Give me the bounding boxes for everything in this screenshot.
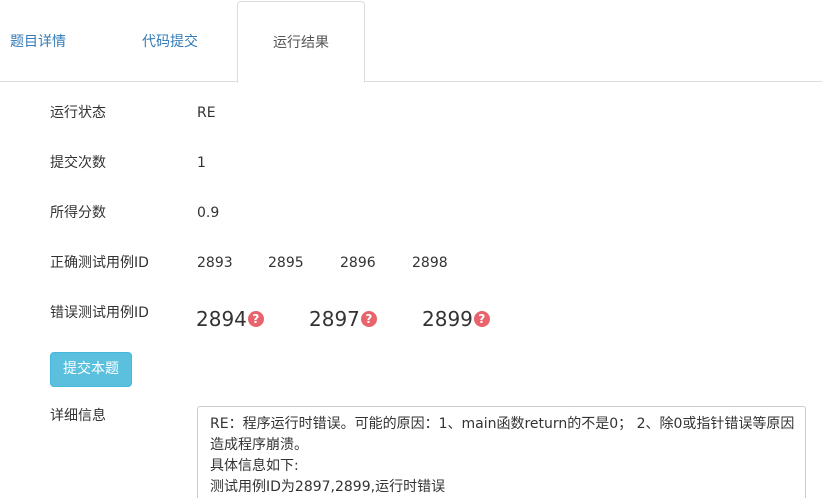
detail-label: 详细信息	[50, 408, 106, 424]
tab-code-submit[interactable]: 代码提交	[110, 0, 230, 82]
detail-line: 测试用例ID为2897,2899,运行时错误	[210, 479, 446, 495]
question-circle-icon[interactable]: ?	[360, 310, 377, 327]
wrong-id: 2899?	[422, 304, 490, 332]
wrong-ids-row: 错误测试用例ID 2894? 2897? 2899?	[0, 301, 822, 333]
tab-run-result[interactable]: 运行结果	[237, 1, 365, 83]
detail-line: 造成程序崩溃。	[210, 437, 308, 453]
score-label: 所得分数	[50, 205, 106, 221]
correct-id: 2896	[340, 255, 376, 271]
wrong-id-number: 2894	[196, 306, 247, 331]
wrong-id: 2897?	[309, 304, 377, 332]
detail-line: RE：程序运行时错误。可能的原因：1、main函数return的不是0； 2、除…	[210, 416, 795, 432]
wrong-ids-label: 错误测试用例ID	[50, 305, 149, 321]
score-value: 0.9	[197, 205, 220, 221]
question-circle-icon[interactable]: ?	[473, 310, 490, 327]
correct-id: 2895	[268, 255, 304, 271]
status-value: RE	[197, 105, 216, 121]
correct-ids-label: 正确测试用例ID	[50, 255, 149, 271]
score-row: 所得分数 0.9	[0, 201, 822, 225]
status-row: 运行状态 RE	[0, 101, 822, 125]
correct-id: 2893	[197, 255, 233, 271]
submit-count-value: 1	[197, 155, 206, 171]
question-circle-icon[interactable]: ?	[247, 310, 264, 327]
wrong-id: 2894?	[196, 304, 264, 332]
detail-line: 具体信息如下:	[210, 458, 299, 474]
status-label: 运行状态	[50, 105, 106, 121]
wrong-id-number: 2897	[309, 306, 360, 331]
correct-id: 2898	[412, 255, 448, 271]
tab-problem-detail[interactable]: 题目详情	[0, 0, 82, 82]
wrong-id-number: 2899	[422, 306, 473, 331]
submit-problem-button[interactable]: 提交本题	[50, 352, 132, 387]
correct-ids-row: 正确测试用例ID 2893 2895 2896 2898	[0, 251, 822, 275]
detail-textarea[interactable]: RE：程序运行时错误。可能的原因：1、main函数return的不是0； 2、除…	[197, 406, 806, 498]
submit-count-label: 提交次数	[50, 155, 106, 171]
submit-count-row: 提交次数 1	[0, 151, 822, 175]
tab-bar: 题目详情 代码提交 运行结果	[0, 0, 822, 83]
